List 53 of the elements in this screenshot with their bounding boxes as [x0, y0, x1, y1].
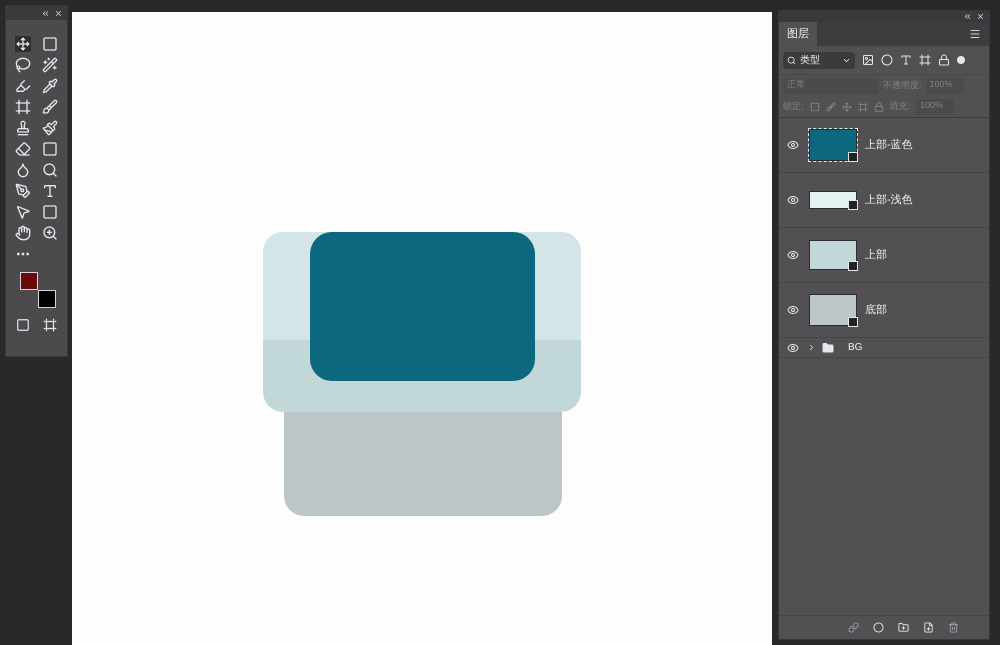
shape-layer-badge-icon [848, 317, 858, 327]
panel-menu-icon[interactable] [969, 28, 981, 40]
brush-icon[interactable] [42, 99, 58, 115]
lasso-icon[interactable] [15, 57, 32, 73]
group-name: BG [848, 341, 862, 355]
pointer-icon[interactable] [15, 204, 32, 220]
filter-dropdown[interactable]: 类型 [783, 52, 855, 68]
eyedropper-icon[interactable] [42, 78, 58, 94]
eraser-icon[interactable] [15, 141, 32, 157]
visibility-eye-icon[interactable] [787, 342, 799, 354]
layer-row[interactable]: 底部 [779, 283, 989, 338]
text-filter-icon[interactable] [900, 54, 912, 66]
chevron-right-icon[interactable] [807, 343, 816, 352]
zoom-icon[interactable] [42, 225, 58, 241]
background-color-swatch[interactable] [38, 290, 56, 308]
search-icon [787, 56, 796, 64]
layer-name: 上部-浅色 [865, 192, 913, 208]
marquee-icon[interactable] [42, 36, 58, 52]
layer-name: 上部-蓝色 [865, 138, 913, 153]
new-layer-icon[interactable] [923, 622, 934, 633]
shape-layer-badge-icon [848, 261, 858, 271]
visibility-eye-icon[interactable] [787, 249, 799, 261]
shape-icon[interactable] [42, 204, 58, 220]
link-icon[interactable] [848, 622, 859, 633]
layer-group-row[interactable]: BG [779, 338, 989, 358]
visibility-eye-icon[interactable] [787, 194, 799, 206]
close-icon[interactable] [54, 8, 63, 18]
visibility-eye-icon[interactable] [787, 304, 799, 316]
move-icon[interactable] [15, 36, 32, 52]
image-filter-icon[interactable] [862, 54, 874, 66]
magic-wand-icon[interactable] [42, 57, 58, 73]
filter-toggle-icon[interactable] [957, 56, 965, 64]
shape-layer-badge-icon [848, 152, 858, 162]
collapse-icon[interactable] [41, 8, 50, 18]
folder-icon [822, 342, 834, 354]
new-group-icon[interactable] [898, 622, 909, 633]
visibility-eye-icon[interactable] [787, 139, 799, 151]
foreground-color-swatch[interactable] [20, 272, 38, 290]
layer-name: 上部 [865, 248, 887, 263]
shape-layer-badge-icon [848, 200, 858, 210]
brush-icon[interactable] [15, 78, 32, 94]
layers-tab[interactable]: 图层 [779, 22, 817, 46]
close-icon[interactable] [976, 12, 985, 21]
stamp-icon[interactable] [15, 120, 32, 136]
hand-icon[interactable] [15, 225, 32, 241]
layer-row[interactable]: 上部 [779, 228, 989, 283]
layer-row[interactable]: 上部-浅色 [779, 173, 989, 228]
layer-name: 底部 [865, 302, 887, 318]
trash-icon[interactable] [948, 622, 959, 633]
text-tool-icon[interactable] [42, 183, 58, 199]
pen-icon[interactable] [15, 183, 32, 199]
layer-row[interactable]: 上部-蓝色 [779, 118, 989, 173]
collapse-icon[interactable] [963, 12, 972, 21]
